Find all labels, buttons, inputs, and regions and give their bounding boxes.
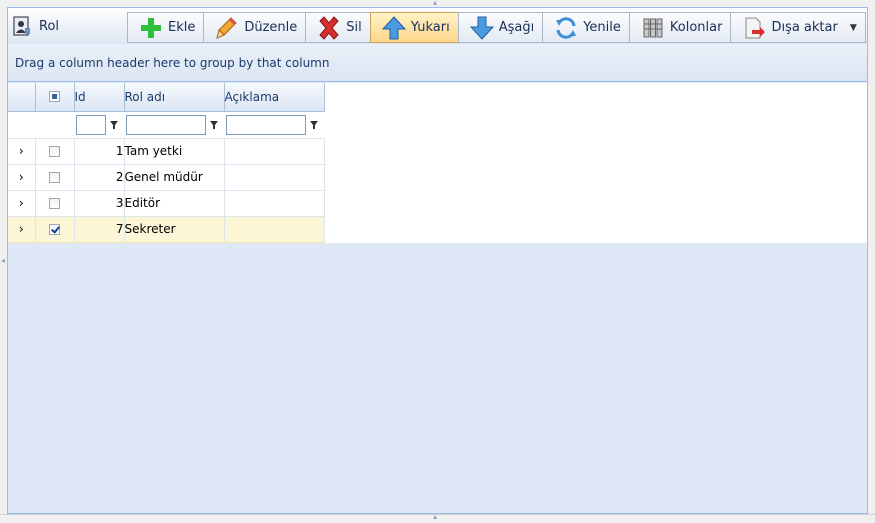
export-button-label: Dışa aktar bbox=[771, 20, 838, 35]
table-row-selected[interactable]: › 7 Sekreter bbox=[8, 216, 325, 243]
panel-title: Rol bbox=[39, 18, 60, 34]
splitter-left[interactable]: ◂ bbox=[0, 7, 7, 514]
row-checkbox-checked[interactable] bbox=[49, 223, 60, 235]
cell-role-name: Genel müdür bbox=[124, 164, 225, 191]
chevron-down-icon[interactable]: ▼ bbox=[850, 23, 857, 33]
row-select-cell[interactable] bbox=[35, 190, 75, 217]
group-by-hint: Drag a column header here to group by th… bbox=[15, 55, 330, 70]
move-up-button-label: Yukarı bbox=[410, 20, 450, 35]
roles-grid: Id Rol adı Açıklama › 1 Tam yetki › 2 Ge… bbox=[8, 83, 325, 243]
toolbar: Rol Ekle Düzenle Sil Yukarı Aşağı Yenile… bbox=[8, 8, 867, 45]
chevron-right-icon[interactable]: › bbox=[8, 190, 36, 217]
column-header-role-name[interactable]: Rol adı bbox=[124, 83, 225, 112]
add-button[interactable]: Ekle bbox=[127, 12, 204, 43]
header-row: Id Rol adı Açıklama bbox=[8, 83, 325, 112]
move-down-button-label: Aşağı bbox=[498, 20, 535, 35]
table-row[interactable]: › 1 Tam yetki bbox=[8, 138, 325, 165]
cell-id: 7 bbox=[74, 216, 125, 243]
delete-button-label: Sil bbox=[346, 20, 362, 35]
row-checkbox[interactable] bbox=[49, 197, 60, 209]
group-by-panel[interactable]: Drag a column header here to group by th… bbox=[8, 44, 867, 82]
columns-icon bbox=[640, 15, 666, 41]
row-checkbox[interactable] bbox=[49, 145, 60, 157]
row-select-cell[interactable] bbox=[35, 216, 75, 243]
chevron-right-icon[interactable]: › bbox=[8, 216, 36, 243]
toolbar-buttons: Ekle Düzenle Sil Yukarı Aşağı Yenile Kol… bbox=[127, 12, 866, 43]
columns-button-label: Kolonlar bbox=[669, 20, 723, 35]
column-header-id[interactable]: Id bbox=[74, 83, 125, 112]
id-filter-input[interactable] bbox=[76, 114, 106, 135]
edit-button-label: Düzenle bbox=[244, 20, 298, 35]
filter-row bbox=[8, 111, 324, 139]
row-checkbox[interactable] bbox=[49, 171, 60, 183]
role-panel: Rol Ekle Düzenle Sil Yukarı Aşağı Yenile… bbox=[7, 7, 868, 514]
chevron-right-icon[interactable]: › bbox=[8, 138, 36, 165]
column-header-description[interactable]: Açıklama bbox=[224, 83, 325, 112]
filter-id-cell bbox=[74, 111, 124, 139]
cell-role-name: Sekreter bbox=[124, 216, 225, 243]
arrow-down-icon bbox=[469, 15, 495, 41]
move-up-button[interactable]: Yukarı bbox=[369, 12, 458, 43]
panel-header: Rol bbox=[8, 8, 128, 44]
row-select-cell[interactable] bbox=[35, 138, 75, 165]
splitter-right[interactable] bbox=[868, 7, 875, 514]
add-button-label: Ekle bbox=[168, 20, 196, 35]
filter-empty-cell bbox=[35, 111, 74, 139]
grip-left-icon: ◂ bbox=[1, 256, 6, 265]
description-filter-input[interactable] bbox=[226, 114, 306, 135]
filter-role-name-cell bbox=[124, 111, 224, 139]
move-down-button[interactable]: Aşağı bbox=[457, 12, 543, 43]
grip-bottom-icon: ▴ bbox=[433, 512, 438, 521]
row-select-cell[interactable] bbox=[35, 164, 75, 191]
table-row[interactable]: › 2 Genel müdür bbox=[8, 164, 325, 191]
filter-icon[interactable] bbox=[309, 120, 319, 130]
cell-description bbox=[224, 216, 325, 243]
chevron-right-icon[interactable]: › bbox=[8, 164, 36, 191]
table-row[interactable]: › 3 Editör bbox=[8, 190, 325, 217]
add-icon bbox=[138, 15, 164, 41]
cell-description bbox=[224, 138, 325, 165]
cell-id: 3 bbox=[74, 190, 125, 217]
partial-check-icon bbox=[52, 94, 57, 100]
cell-role-name: Editör bbox=[124, 190, 225, 217]
export-button[interactable]: Dışa aktar ▼ bbox=[730, 12, 866, 43]
grip-top-icon: ▴ bbox=[433, 0, 438, 7]
cell-role-name: Tam yetki bbox=[124, 138, 225, 165]
edit-button[interactable]: Düzenle bbox=[203, 12, 306, 43]
refresh-button[interactable]: Yenile bbox=[542, 12, 629, 43]
filter-icon[interactable] bbox=[109, 120, 119, 130]
header-expander-cell bbox=[8, 83, 36, 112]
refresh-button-label: Yenile bbox=[583, 20, 621, 35]
delete-icon bbox=[316, 15, 342, 41]
refresh-icon bbox=[553, 15, 579, 41]
select-all-checkbox[interactable] bbox=[49, 91, 60, 103]
filter-description-cell bbox=[224, 111, 324, 139]
delete-button[interactable]: Sil bbox=[305, 12, 370, 43]
arrow-up-icon bbox=[381, 15, 407, 41]
role-name-filter-input[interactable] bbox=[126, 114, 206, 135]
export-icon bbox=[741, 15, 767, 41]
pencil-icon bbox=[214, 15, 240, 41]
filter-icon[interactable] bbox=[209, 120, 219, 130]
cell-description bbox=[224, 164, 325, 191]
cell-description bbox=[224, 190, 325, 217]
columns-button[interactable]: Kolonlar bbox=[628, 12, 731, 43]
cell-id: 2 bbox=[74, 164, 125, 191]
cell-id: 1 bbox=[74, 138, 125, 165]
filter-empty-cell bbox=[8, 111, 35, 139]
header-select-all-cell[interactable] bbox=[35, 83, 75, 112]
role-icon bbox=[13, 16, 31, 36]
roles-table: Id Rol adı Açıklama › 1 Tam yetki › 2 Ge… bbox=[8, 83, 325, 243]
